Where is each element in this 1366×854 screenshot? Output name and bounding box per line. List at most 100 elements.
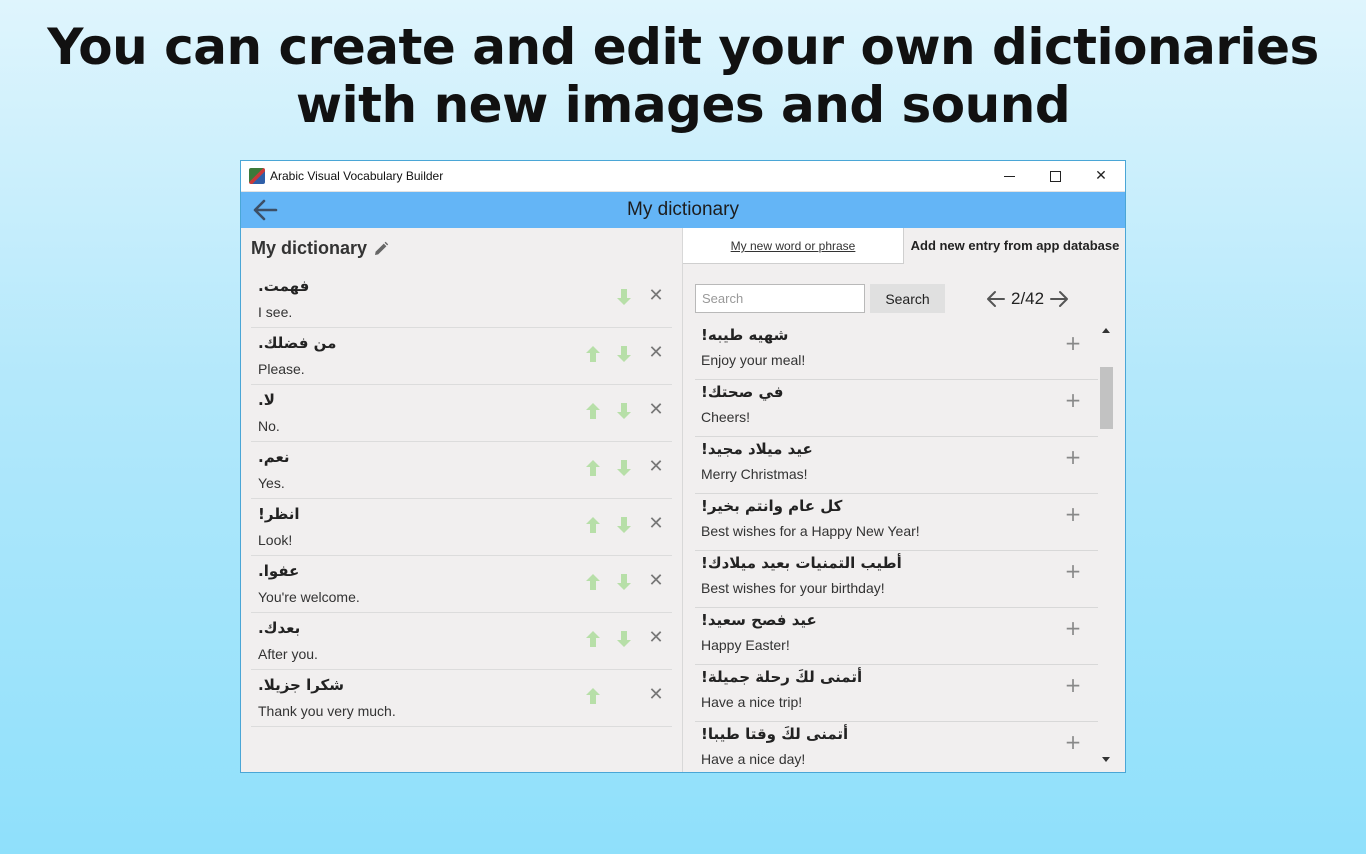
arabic-phrase: في صحتك! xyxy=(701,383,784,401)
entry-tabs: My new word or phrase Add new entry from… xyxy=(683,228,1125,264)
scroll-up-icon[interactable] xyxy=(1102,328,1110,333)
move-up-icon[interactable] xyxy=(583,458,603,478)
arabic-phrase: لا. xyxy=(258,391,275,409)
arabic-phrase: شكرا جزيلا. xyxy=(258,676,345,694)
arrow-right-icon[interactable] xyxy=(1048,288,1070,310)
move-down-icon[interactable] xyxy=(614,401,634,421)
database-entry-list: شهيه طيبه! Enjoy your meal! + في صحتك! C… xyxy=(695,323,1098,772)
delete-icon[interactable]: ✕ xyxy=(647,684,665,706)
english-translation: Have a nice trip! xyxy=(701,694,803,710)
page-indicator: 2/42 xyxy=(1011,288,1045,308)
arabic-phrase: أطيب التمنيات بعيد ميلادك! xyxy=(701,554,902,572)
arabic-phrase: انظر! xyxy=(258,505,300,523)
search-row: Search 2/42 xyxy=(695,284,1115,314)
database-entry[interactable]: عيد ميلاد مجيد! Merry Christmas! + xyxy=(695,437,1098,494)
english-translation: I see. xyxy=(258,304,293,320)
window-title: Arabic Visual Vocabulary Builder xyxy=(270,169,444,183)
move-up-icon[interactable] xyxy=(583,686,603,706)
add-icon[interactable]: + xyxy=(1063,675,1083,695)
add-icon[interactable]: + xyxy=(1063,561,1083,581)
add-icon[interactable]: + xyxy=(1063,504,1083,524)
tab-app-database[interactable]: Add new entry from app database xyxy=(905,228,1125,264)
arabic-phrase: نعم. xyxy=(258,448,290,466)
scroll-thumb[interactable] xyxy=(1100,367,1113,429)
arabic-phrase: شهيه طيبه! xyxy=(701,326,789,344)
database-entry[interactable]: أطيب التمنيات بعيد ميلادك! Best wishes f… xyxy=(695,551,1098,608)
database-entry[interactable]: في صحتك! Cheers! + xyxy=(695,380,1098,437)
move-up-icon[interactable] xyxy=(583,515,603,535)
move-down-icon[interactable] xyxy=(614,344,634,364)
delete-icon[interactable]: ✕ xyxy=(647,570,665,592)
move-down-icon[interactable] xyxy=(614,458,634,478)
search-button[interactable]: Search xyxy=(870,284,945,313)
english-translation: Enjoy your meal! xyxy=(701,352,806,368)
move-down-icon[interactable] xyxy=(614,572,634,592)
english-translation: Have a nice day! xyxy=(701,751,806,767)
dictionary-entry[interactable]: بعدك. After you. ✕ xyxy=(251,613,672,670)
headline-line-1: You can create and edit your own diction… xyxy=(47,18,1319,76)
scrollbar[interactable] xyxy=(1099,323,1115,772)
move-up-icon[interactable] xyxy=(583,572,603,592)
dictionary-entry[interactable]: شكرا جزيلا. Thank you very much. ✕ xyxy=(251,670,672,727)
dictionary-entry[interactable]: عفوا. You're welcome. ✕ xyxy=(251,556,672,613)
pager: 2/42 xyxy=(985,284,1070,313)
pencil-icon[interactable] xyxy=(373,241,389,257)
arabic-phrase: أتمنى لكَ رحلة جميلة! xyxy=(701,668,863,686)
move-down-icon[interactable] xyxy=(614,629,634,649)
move-up-icon[interactable] xyxy=(583,629,603,649)
delete-icon[interactable]: ✕ xyxy=(647,627,665,649)
add-icon[interactable]: + xyxy=(1063,732,1083,752)
arabic-phrase: كل عام وانتم بخير! xyxy=(701,497,843,515)
database-entry[interactable]: عيد فصح سعيد! Happy Easter! + xyxy=(695,608,1098,665)
app-window: Arabic Visual Vocabulary Builder ✕ My di… xyxy=(240,160,1126,773)
close-button[interactable]: ✕ xyxy=(1078,161,1124,191)
dictionary-entry[interactable]: لا. No. ✕ xyxy=(251,385,672,442)
database-entry[interactable]: كل عام وانتم بخير! Best wishes for a Hap… xyxy=(695,494,1098,551)
title-bar: Arabic Visual Vocabulary Builder ✕ xyxy=(241,161,1125,192)
arabic-phrase: من فضلك. xyxy=(258,334,337,352)
delete-icon[interactable]: ✕ xyxy=(647,285,665,307)
dictionary-heading: My dictionary xyxy=(251,238,389,259)
database-entry[interactable]: أتمنى لكَ رحلة جميلة! Have a nice trip! … xyxy=(695,665,1098,722)
english-translation: Happy Easter! xyxy=(701,637,790,653)
minimize-button[interactable] xyxy=(986,161,1032,191)
english-translation: Thank you very much. xyxy=(258,703,396,719)
arabic-phrase: بعدك. xyxy=(258,619,301,637)
move-down-icon[interactable] xyxy=(614,515,634,535)
add-icon[interactable]: + xyxy=(1063,618,1083,638)
scroll-down-icon[interactable] xyxy=(1102,757,1110,762)
maximize-button[interactable] xyxy=(1032,161,1078,191)
database-entry[interactable]: أتمنى لكَ وقتا طيبا! Have a nice day! + xyxy=(695,722,1098,772)
tab-my-new-word[interactable]: My new word or phrase xyxy=(683,228,904,264)
dictionary-entry[interactable]: نعم. Yes. ✕ xyxy=(251,442,672,499)
add-icon[interactable]: + xyxy=(1063,333,1083,353)
delete-icon[interactable]: ✕ xyxy=(647,399,665,421)
delete-icon[interactable]: ✕ xyxy=(647,513,665,535)
move-up-icon[interactable] xyxy=(583,401,603,421)
arabic-phrase: عيد ميلاد مجيد! xyxy=(701,440,813,458)
english-translation: Merry Christmas! xyxy=(701,466,808,482)
english-translation: Cheers! xyxy=(701,409,751,425)
database-entry[interactable]: شهيه طيبه! Enjoy your meal! + xyxy=(695,323,1098,380)
arrow-left-icon[interactable] xyxy=(985,288,1007,310)
delete-icon[interactable]: ✕ xyxy=(647,456,665,478)
app-icon xyxy=(249,168,265,184)
my-dictionary-pane: My dictionary فهمت. I see. ✕ من فضلك. Pl… xyxy=(241,228,682,772)
add-entry-pane: My new word or phrase Add new entry from… xyxy=(683,228,1125,772)
move-down-icon[interactable] xyxy=(614,287,634,307)
english-translation: Best wishes for your birthday! xyxy=(701,580,885,596)
dictionary-entry[interactable]: فهمت. I see. ✕ xyxy=(251,271,672,328)
move-up-icon[interactable] xyxy=(583,344,603,364)
delete-icon[interactable]: ✕ xyxy=(647,342,665,364)
dictionary-entry[interactable]: انظر! Look! ✕ xyxy=(251,499,672,556)
english-translation: Best wishes for a Happy New Year! xyxy=(701,523,920,539)
search-input[interactable] xyxy=(695,284,865,313)
add-icon[interactable]: + xyxy=(1063,447,1083,467)
dictionary-entry[interactable]: من فضلك. Please. ✕ xyxy=(251,328,672,385)
dictionary-entry-list: فهمت. I see. ✕ من فضلك. Please. ✕ لا. No… xyxy=(251,271,672,727)
arabic-phrase: عيد فصح سعيد! xyxy=(701,611,817,629)
english-translation: Please. xyxy=(258,361,305,377)
add-icon[interactable]: + xyxy=(1063,390,1083,410)
arabic-phrase: أتمنى لكَ وقتا طيبا! xyxy=(701,725,849,743)
english-translation: Yes. xyxy=(258,475,285,491)
